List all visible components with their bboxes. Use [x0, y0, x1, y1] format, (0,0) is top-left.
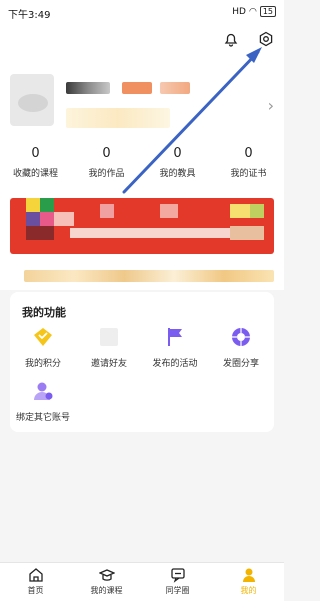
annotation-arrow: [122, 47, 262, 194]
